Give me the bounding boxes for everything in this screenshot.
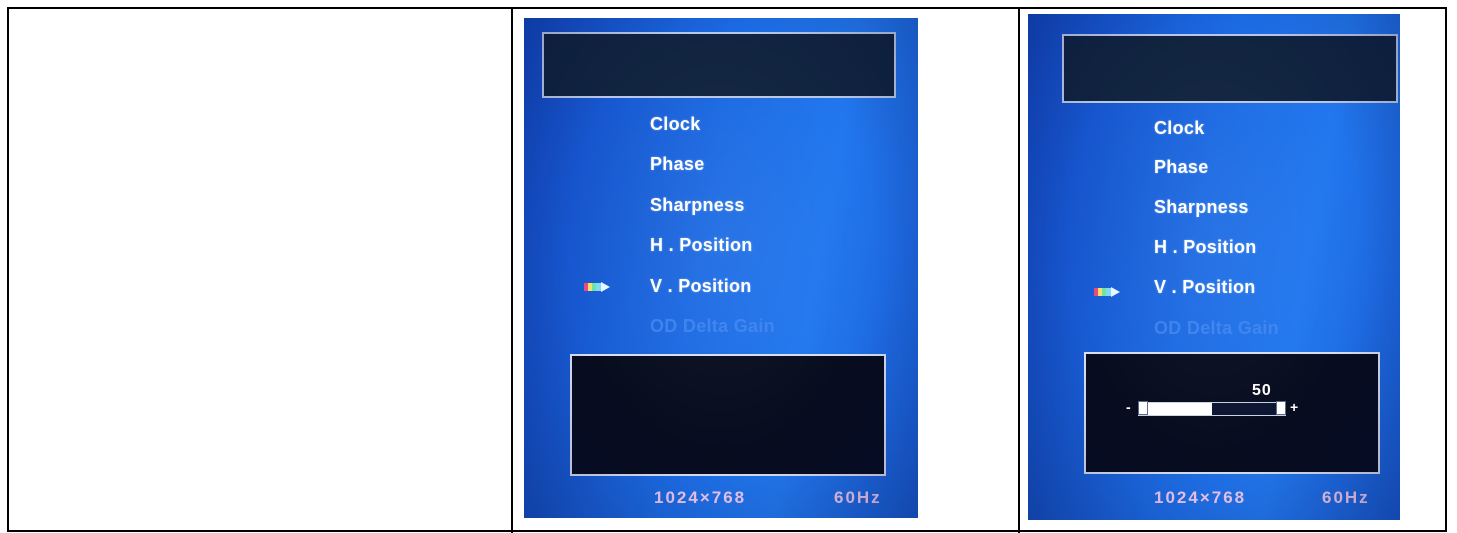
menu-item-clock[interactable]: Clock — [650, 114, 701, 135]
value-box — [570, 354, 886, 476]
menu-item-sharpness[interactable]: Sharpness — [650, 195, 745, 216]
menu-item-v-position[interactable]: V . Position — [1154, 277, 1256, 298]
menu-item-h-position[interactable]: H . Position — [650, 235, 753, 256]
column-divider-2 — [1018, 7, 1020, 533]
footer-refresh-rate: 60Hz — [834, 488, 882, 507]
menu-item-phase[interactable]: Phase — [1154, 157, 1209, 178]
menu-item-h-position[interactable]: H . Position — [1154, 237, 1257, 258]
footer-resolution: 1024×768 — [1154, 488, 1247, 507]
position-slider[interactable] — [1138, 401, 1286, 416]
slider-right-arrow-icon — [1276, 401, 1286, 415]
menu-item-sharpness[interactable]: Sharpness — [1154, 197, 1249, 218]
column-divider-1 — [511, 7, 513, 533]
menu-item-phase[interactable]: Phase — [650, 154, 705, 175]
footer-resolution: 1024×768 — [654, 488, 747, 507]
slider-value: 50 — [1252, 382, 1272, 399]
value-box: 50 - + — [1084, 352, 1380, 474]
menu-item-v-position[interactable]: V . Position — [650, 276, 752, 297]
osd-title-box — [542, 32, 896, 98]
footer-refresh-rate: 60Hz — [1322, 488, 1370, 507]
menu-item-od-delta-gain: OD Delta Gain — [1154, 318, 1279, 338]
selection-pointer-icon — [584, 282, 610, 292]
osd-screenshot-1: Clock Phase Sharpness H . Position V . P… — [524, 18, 918, 518]
slider-minus-sign: - — [1126, 399, 1131, 415]
slider-left-arrow-icon — [1138, 401, 1148, 415]
menu-item-clock[interactable]: Clock — [1154, 118, 1205, 139]
menu-item-od-delta-gain: OD Delta Gain — [650, 316, 775, 336]
osd-title-box — [1062, 34, 1398, 103]
selection-pointer-icon — [1094, 287, 1120, 297]
slider-plus-sign: + — [1290, 399, 1299, 415]
slider-fill — [1212, 403, 1285, 415]
osd-screenshot-2: Clock Phase Sharpness H . Position V . P… — [1028, 14, 1400, 520]
